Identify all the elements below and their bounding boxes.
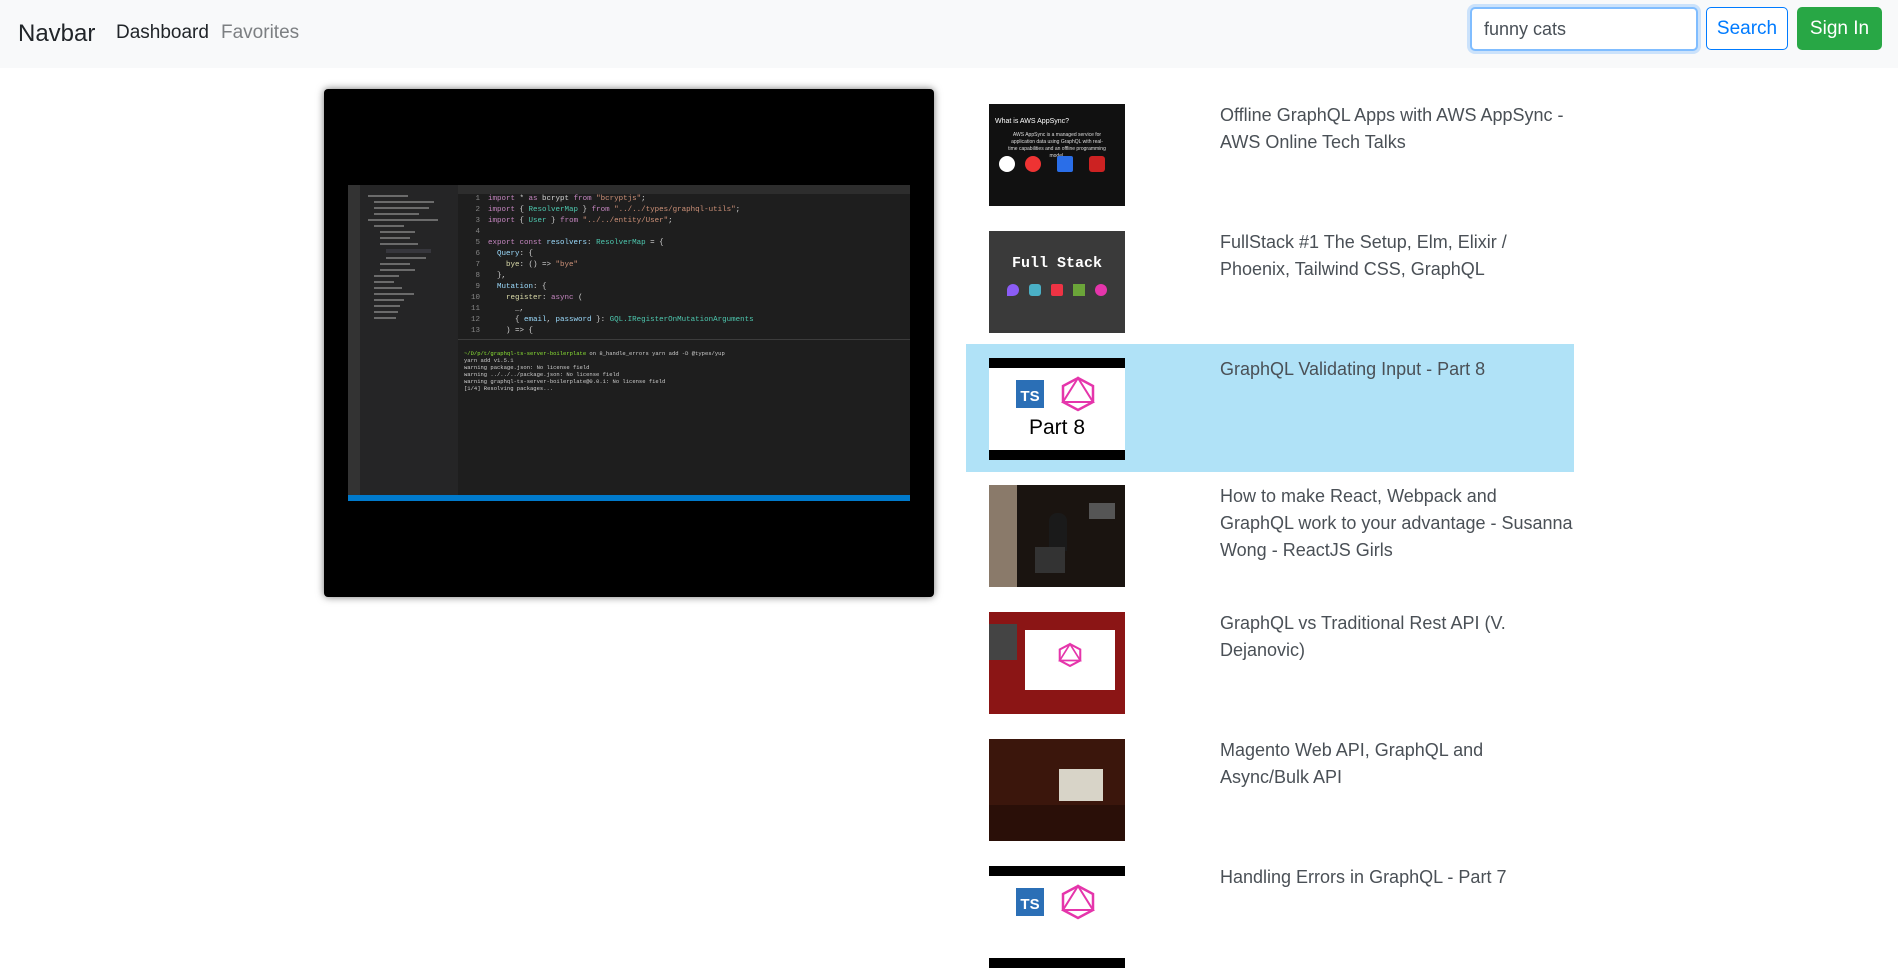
video-frame: 1 import * as bcrypt from "bcryptjs"; 2 im… — [348, 185, 910, 501]
nav-link-dashboard[interactable]: Dashboard — [116, 22, 209, 44]
video-list-item[interactable]: TS Handling Errors in GraphQL - Part 7 — [966, 852, 1574, 980]
video-title: Offline GraphQL Apps with AWS AppSync - … — [1220, 105, 1564, 152]
video-title: Handling Errors in GraphQL - Part 7 — [1220, 867, 1507, 887]
video-player[interactable]: 1 import * as bcrypt from "bcryptjs"; 2 im… — [324, 89, 934, 597]
graphql-icon — [1061, 376, 1095, 412]
ts-graphql-part8-thumbnail: TS Part 8 — [989, 358, 1125, 460]
video-title: How to make React, Webpack and GraphQL w… — [1220, 486, 1573, 560]
full-stack-thumbnail: Full Stack — [989, 231, 1125, 333]
typescript-icon: TS — [1016, 888, 1044, 916]
video-list-item[interactable]: What is AWS AppSync? AWS AppSync is a ma… — [966, 90, 1574, 218]
aws-appsync-thumbnail: What is AWS AppSync? AWS AppSync is a ma… — [989, 104, 1125, 206]
typescript-icon: TS — [1016, 380, 1044, 408]
search-button[interactable]: Search — [1706, 7, 1788, 50]
search-input[interactable] — [1470, 7, 1698, 51]
meetup-talk-thumbnail — [989, 739, 1125, 841]
video-title: GraphQL vs Traditional Rest API (V. Deja… — [1220, 613, 1506, 660]
video-title: Magento Web API, GraphQL and Async/Bulk … — [1220, 740, 1484, 787]
devoxx-talk-thumbnail — [989, 612, 1125, 714]
sign-in-button[interactable]: Sign In — [1797, 7, 1882, 50]
nav-link-favorites[interactable]: Favorites — [221, 22, 299, 44]
graphql-icon — [1058, 642, 1082, 668]
video-list-item[interactable]: How to make React, Webpack and GraphQL w… — [966, 471, 1574, 599]
video-list-item[interactable]: Full Stack FullStack #1 The Setup, Elm, … — [966, 217, 1574, 345]
ts-graphql-part7-thumbnail: TS — [989, 866, 1125, 968]
video-title: GraphQL Validating Input - Part 8 — [1220, 359, 1486, 379]
navbar: Navbar Dashboard Favorites Search Sign I… — [0, 0, 1898, 68]
video-list-item[interactable]: GraphQL vs Traditional Rest API (V. Deja… — [966, 598, 1574, 726]
video-list-item[interactable]: Magento Web API, GraphQL and Async/Bulk … — [966, 725, 1574, 853]
video-title: FullStack #1 The Setup, Elm, Elixir / Ph… — [1220, 232, 1507, 279]
graphql-icon — [1061, 884, 1095, 920]
video-list-item-active[interactable]: TS Part 8 GraphQL Validating Input - Par… — [966, 344, 1574, 472]
navbar-brand[interactable]: Navbar — [18, 20, 95, 48]
conference-talk-thumbnail — [989, 485, 1125, 587]
